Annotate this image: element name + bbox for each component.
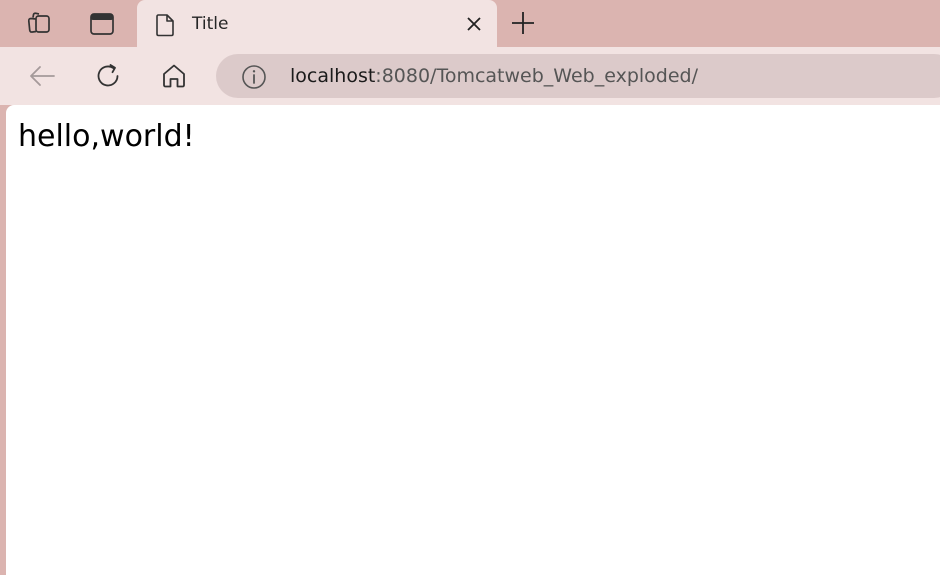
url-path: :8080/Tomcatweb_Web_exploded/	[375, 65, 698, 87]
home-icon	[163, 64, 185, 88]
tab-close-button[interactable]	[463, 13, 485, 35]
page-icon	[155, 13, 175, 41]
tab-actions-button[interactable]	[82, 5, 122, 43]
page-content: hello,world!	[6, 105, 940, 575]
refresh-button[interactable]	[88, 58, 128, 94]
close-icon	[467, 17, 481, 31]
tab-actions-icon	[90, 13, 114, 35]
tab-strip: Title	[0, 0, 940, 48]
workspaces-button[interactable]	[19, 5, 59, 43]
tab-title: Title	[192, 14, 229, 34]
info-icon[interactable]	[240, 63, 268, 95]
url-host: localhost	[290, 65, 376, 87]
address-bar[interactable]: localhost:8080/Tomcatweb_Web_exploded/	[216, 54, 940, 98]
toolbar: localhost:8080/Tomcatweb_Web_exploded/	[0, 47, 940, 105]
page-text: hello,world!	[18, 119, 195, 154]
new-tab-button[interactable]	[505, 5, 541, 41]
back-button[interactable]	[22, 58, 62, 94]
plus-icon	[512, 12, 534, 34]
back-arrow-icon	[30, 66, 55, 86]
refresh-icon	[97, 64, 119, 87]
workspaces-icon	[27, 12, 50, 33]
active-tab[interactable]: Title	[137, 0, 497, 48]
url-text[interactable]: localhost:8080/Tomcatweb_Web_exploded/	[290, 64, 698, 88]
home-button[interactable]	[154, 58, 194, 94]
